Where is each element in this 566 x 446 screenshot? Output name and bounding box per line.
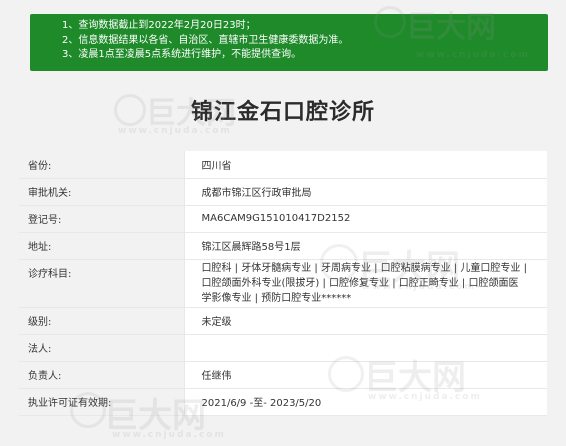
row-value: 任继伟 [184, 361, 547, 389]
table-row-registration-number: 登记号: MA6CAM9G151010417D2152 [19, 205, 547, 233]
row-label: 法人: [19, 334, 185, 362]
table-row-approval-authority: 审批机关: 成都市锦江区行政审批局 [19, 178, 547, 206]
row-value: 未定级 [184, 307, 547, 335]
page-title: 锦江金石口腔诊所 [190, 100, 375, 125]
row-value: 口腔科 | 牙体牙髓病专业 | 牙周病专业 | 口腔粘膜病专业 | 儿童口腔专业… [184, 259, 547, 308]
notice-banner: 1、查询数据截止到2022年2月20日23时； 2、信息数据结果以各省、自治区、… [30, 14, 548, 71]
watermark-url: www.cnjuda.com [118, 126, 232, 136]
row-label: 审批机关: [19, 178, 185, 206]
row-label: 诊疗科目: [19, 259, 185, 308]
row-value: 2021/6/9 -至- 2023/5/20 [184, 388, 547, 416]
table-row-person-in-charge: 负责人: 任继伟 [19, 361, 547, 389]
page: 1、查询数据截止到2022年2月20日23时； 2、信息数据结果以各省、自治区、… [0, 0, 566, 446]
row-value: MA6CAM9G151010417D2152 [184, 205, 547, 233]
row-label: 级别: [19, 307, 185, 335]
row-value [184, 334, 547, 362]
row-value: 锦江区晨辉路58号1层 [184, 232, 547, 260]
table-row-legal-person: 法人: [19, 334, 547, 362]
table-row-level: 级别: 未定级 [19, 307, 547, 335]
watermark-url: www.cnjuda.com [112, 430, 226, 440]
notice-line-1: 1、查询数据截止到2022年2月20日23时； [62, 20, 256, 31]
table-row-license-validity: 执业许可证有效期: 2021/6/9 -至- 2023/5/20 [19, 388, 547, 416]
row-label: 负责人: [19, 361, 185, 389]
table-row-province: 省份: 四川省 [19, 151, 547, 179]
row-value: 成都市锦江区行政审批局 [184, 178, 547, 206]
info-table: 省份: 四川省 审批机关: 成都市锦江区行政审批局 登记号: MA6CAM9G1… [19, 151, 547, 416]
row-label: 登记号: [19, 205, 185, 233]
row-label: 执业许可证有效期: [19, 388, 185, 416]
table-row-departments: 诊疗科目: 口腔科 | 牙体牙髓病专业 | 牙周病专业 | 口腔粘膜病专业 | … [19, 259, 547, 308]
notice-line-3: 3、凌晨1点至凌晨5点系统进行维护，不能提供查询。 [62, 49, 302, 60]
notice-line-2: 2、信息数据结果以各省、自治区、直辖市卫生健康委数据为准。 [62, 34, 349, 46]
table-row-address: 地址: 锦江区晨辉路58号1层 [19, 232, 547, 260]
row-value: 四川省 [184, 151, 547, 179]
row-label: 省份: [19, 151, 185, 179]
row-label: 地址: [19, 232, 185, 260]
